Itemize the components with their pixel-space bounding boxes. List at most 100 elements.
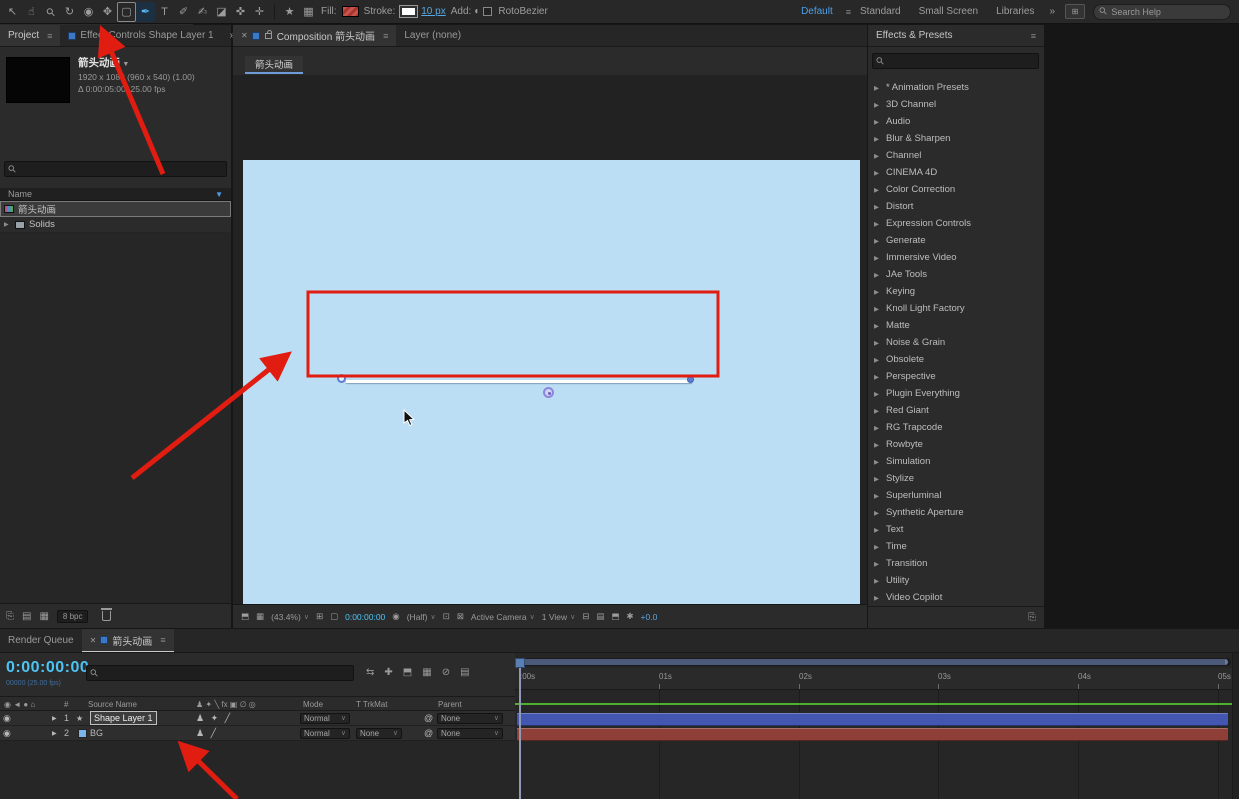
panel-menu-icon[interactable]: ≡ bbox=[383, 31, 388, 41]
workspace-default[interactable]: Default bbox=[801, 6, 833, 17]
twirl-icon[interactable]: ▶ bbox=[874, 220, 881, 228]
region-of-interest-icon[interactable]: ⊡ bbox=[443, 611, 450, 622]
effects-category[interactable]: ▶Keying bbox=[868, 283, 1044, 300]
twirl-icon[interactable]: ▶ bbox=[874, 135, 881, 143]
twirl-icon[interactable]: ▶ bbox=[874, 186, 881, 194]
tab-render-queue[interactable]: Render Queue bbox=[0, 629, 82, 652]
stroke-width-value[interactable]: 10 px bbox=[421, 6, 445, 17]
pixel-aspect-icon[interactable]: ⊟ bbox=[582, 611, 589, 622]
effects-category[interactable]: ▶Matte bbox=[868, 317, 1044, 334]
effects-category[interactable]: ▶Plugin Everything bbox=[868, 385, 1044, 402]
playhead-handle[interactable] bbox=[515, 658, 525, 668]
effects-category[interactable]: ▶Obsolete bbox=[868, 351, 1044, 368]
twirl-icon[interactable]: ▶ bbox=[52, 711, 62, 725]
effects-category[interactable]: ▶Audio bbox=[868, 113, 1044, 130]
panel-menu-icon[interactable]: ≡ bbox=[1031, 31, 1036, 41]
twirl-icon[interactable]: ▶ bbox=[874, 424, 881, 432]
effects-category[interactable]: ▶Time bbox=[868, 538, 1044, 555]
twirl-icon[interactable]: ▶ bbox=[874, 254, 881, 262]
twirl-icon[interactable]: ▶ bbox=[874, 203, 881, 211]
effects-category[interactable]: ▶Simulation bbox=[868, 453, 1044, 470]
effects-category[interactable]: ▶Rowbyte bbox=[868, 436, 1044, 453]
layer-duration-bar[interactable] bbox=[517, 713, 1228, 726]
layer-visibility-icon[interactable]: ◉ bbox=[3, 711, 15, 725]
layer-name[interactable]: BG bbox=[90, 726, 103, 740]
project-search-input[interactable]: ⚲ bbox=[4, 161, 227, 177]
comp-flowchart-icon[interactable]: ⬒ bbox=[611, 611, 619, 622]
layer-parent-select[interactable]: None∨ bbox=[437, 726, 503, 740]
preview-time[interactable]: 0:00:00:00 bbox=[345, 612, 385, 622]
show-channel-icon[interactable]: ▦ bbox=[256, 611, 264, 622]
pan-behind-tool-icon[interactable]: ✥ bbox=[98, 2, 117, 22]
search-help-box[interactable]: ⚲ Search Help bbox=[1093, 4, 1231, 20]
effects-category[interactable]: ▶Color Correction bbox=[868, 181, 1044, 198]
twirl-icon[interactable]: ▶ bbox=[874, 458, 881, 466]
exposure-value[interactable]: +0.0 bbox=[641, 612, 658, 622]
time-navigator-bar[interactable] bbox=[519, 659, 1228, 665]
anchor-point[interactable] bbox=[543, 387, 554, 398]
transparency-grid-icon[interactable]: ⊠ bbox=[457, 611, 464, 622]
hide-shy-layers-icon[interactable]: ⬒ bbox=[403, 667, 412, 678]
layer-parent-select[interactable]: None∨ bbox=[437, 711, 503, 725]
layer-switches[interactable]: ♟ ✦ ╱ bbox=[196, 711, 256, 725]
layer-visibility-icon[interactable]: ◉ bbox=[3, 726, 15, 740]
twirl-icon[interactable]: ▶ bbox=[874, 526, 881, 534]
layer-row[interactable]: ◉▶1★Shape Layer 1♟ ✦ ╱Normal∨@None∨ bbox=[0, 711, 515, 726]
playhead-line[interactable] bbox=[519, 658, 521, 799]
effects-category[interactable]: ▶Distort bbox=[868, 198, 1044, 215]
effects-category[interactable]: ▶Red Giant bbox=[868, 402, 1044, 419]
resolution-select[interactable]: (Half)∨ bbox=[407, 612, 436, 622]
composition-name[interactable]: 箭头动画 bbox=[78, 57, 120, 69]
twirl-icon[interactable]: ▶ bbox=[874, 288, 881, 296]
bit-depth-button[interactable]: 8 bpc bbox=[57, 610, 89, 623]
interpret-footage-icon[interactable]: ⎘ bbox=[6, 611, 14, 622]
mask-visibility-icon[interactable]: ▢ bbox=[330, 611, 338, 622]
snapshot-icon[interactable]: ⬒ bbox=[241, 611, 249, 622]
layer-row[interactable]: ◉▶2BG♟ ╱Normal∨None∨@None∨ bbox=[0, 726, 515, 741]
eraser-tool-icon[interactable]: ◪ bbox=[212, 2, 231, 22]
current-timecode[interactable]: 0:00:00:00 bbox=[6, 659, 89, 677]
twirl-icon[interactable]: ▶ bbox=[4, 221, 11, 228]
lock-icon[interactable] bbox=[265, 33, 272, 39]
brush-tool-icon[interactable]: ✐ bbox=[174, 2, 193, 22]
path-vertex-left[interactable] bbox=[337, 374, 346, 383]
draft-3d-icon[interactable]: ✚ bbox=[384, 667, 392, 678]
new-composition-icon[interactable]: ▦ bbox=[39, 611, 48, 622]
effects-category[interactable]: ▶Text bbox=[868, 521, 1044, 538]
trkmat-column-label[interactable]: T TrkMat bbox=[356, 700, 387, 709]
composition-canvas[interactable] bbox=[243, 160, 860, 623]
panel-menu-icon[interactable]: ≡ bbox=[160, 635, 165, 645]
tab-effect-controls[interactable]: Effect Controls Shape Layer 1 bbox=[60, 25, 221, 46]
magnification-select[interactable]: (43.4%)∨ bbox=[271, 612, 309, 622]
effects-category[interactable]: ▶Stylize bbox=[868, 470, 1044, 487]
new-folder-icon[interactable]: ▤ bbox=[22, 611, 31, 622]
frame-blending-icon[interactable]: ▦ bbox=[422, 667, 431, 678]
caret-down-icon[interactable]: ▼ bbox=[122, 61, 129, 68]
twirl-icon[interactable]: ▶ bbox=[874, 118, 881, 126]
mode-column-label[interactable]: Mode bbox=[303, 700, 323, 709]
motion-blur-icon[interactable]: ⊘ bbox=[442, 667, 450, 678]
source-name-column-label[interactable]: Source Name bbox=[88, 700, 137, 709]
effects-category[interactable]: ▶Immersive Video bbox=[868, 249, 1044, 266]
effects-category[interactable]: ▶Generate bbox=[868, 232, 1044, 249]
pen-tool-icon[interactable]: ✒ bbox=[136, 2, 155, 22]
twirl-icon[interactable]: ▶ bbox=[874, 594, 881, 602]
twirl-icon[interactable]: ▶ bbox=[874, 509, 881, 517]
layer-name[interactable]: Shape Layer 1 bbox=[90, 711, 157, 725]
type-tool-icon[interactable]: T bbox=[155, 2, 174, 22]
timeline-button-icon[interactable]: ▤ bbox=[596, 611, 604, 622]
tab-timeline-comp[interactable]: ✕ 箭头动画 ≡ bbox=[82, 629, 174, 652]
twirl-icon[interactable]: ▶ bbox=[874, 441, 881, 449]
effects-category[interactable]: ▶CINEMA 4D bbox=[868, 164, 1044, 181]
selection-tool-icon[interactable]: ↖ bbox=[3, 2, 22, 22]
layer-trkmat-select[interactable]: None∨ bbox=[356, 726, 402, 740]
shape-path-line[interactable] bbox=[346, 380, 692, 383]
new-folder-icon[interactable]: ⎘ bbox=[1028, 612, 1036, 623]
twirl-icon[interactable]: ▶ bbox=[874, 577, 881, 585]
add-shape-icon[interactable]: ◐ bbox=[474, 6, 480, 17]
close-icon[interactable]: ✕ bbox=[90, 636, 97, 645]
tab-composition[interactable]: ✕ Composition 箭头动画 ≡ bbox=[233, 25, 396, 46]
timeline-scrollbar[interactable] bbox=[1232, 653, 1239, 799]
fill-swatch[interactable] bbox=[342, 6, 359, 17]
tab-layer[interactable]: Layer (none) bbox=[396, 25, 469, 46]
